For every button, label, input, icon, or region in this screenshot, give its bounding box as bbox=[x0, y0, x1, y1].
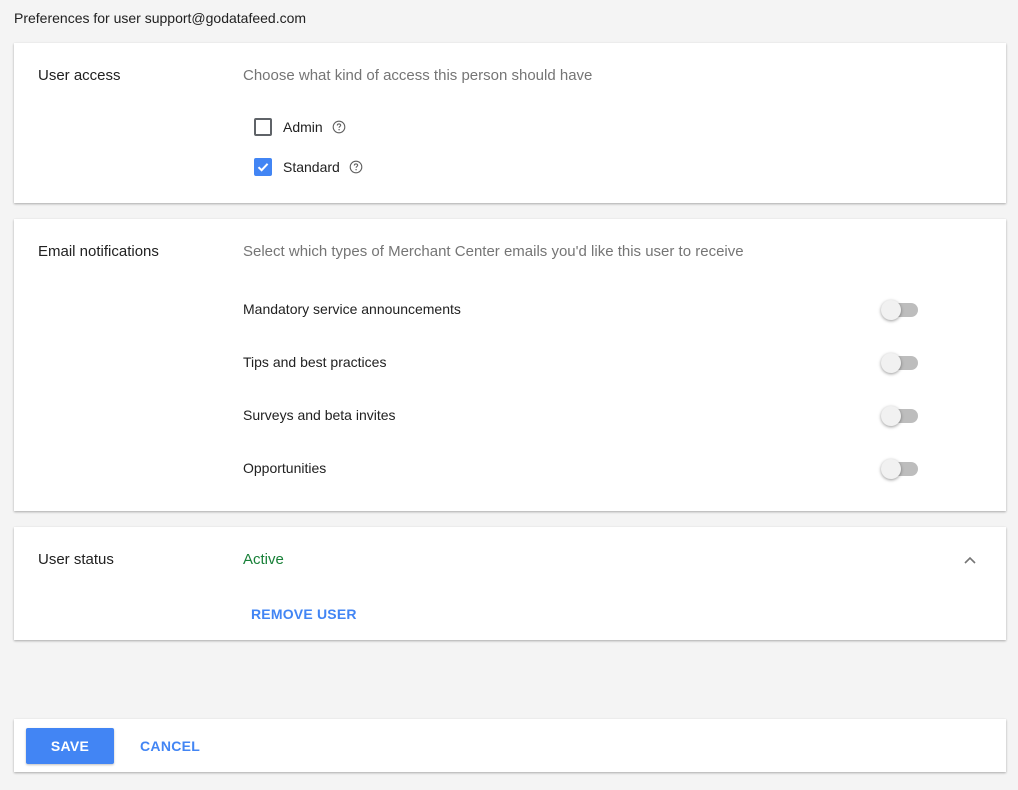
chevron-up-icon[interactable] bbox=[962, 552, 978, 568]
mandatory-announcements-toggle[interactable] bbox=[881, 298, 919, 322]
help-circle-icon[interactable] bbox=[332, 120, 346, 134]
cancel-button[interactable]: CANCEL bbox=[132, 728, 208, 764]
save-button[interactable]: SAVE bbox=[26, 728, 114, 764]
user-status-card: User status Active REMOVE USER bbox=[14, 527, 1006, 640]
tips-toggle[interactable] bbox=[881, 351, 919, 375]
notification-label: Surveys and beta invites bbox=[243, 407, 396, 423]
standard-option[interactable]: Standard bbox=[254, 157, 363, 177]
user-status-label: User status bbox=[38, 551, 114, 568]
user-access-label: User access bbox=[38, 67, 121, 84]
notification-label: Opportunities bbox=[243, 460, 327, 476]
standard-checkbox[interactable] bbox=[254, 158, 272, 176]
notification-row-surveys: Surveys and beta invites bbox=[243, 404, 923, 428]
admin-option[interactable]: Admin bbox=[254, 117, 346, 137]
notification-row-tips: Tips and best practices bbox=[243, 351, 923, 375]
page-title: Preferences for user support@godatafeed.… bbox=[14, 10, 307, 26]
status-value: Active bbox=[243, 551, 284, 568]
notification-row-opportunities: Opportunities bbox=[243, 457, 923, 481]
notification-label: Tips and best practices bbox=[243, 354, 387, 370]
admin-label: Admin bbox=[283, 119, 323, 135]
standard-label: Standard bbox=[283, 159, 340, 175]
notification-label: Mandatory service announcements bbox=[243, 301, 461, 317]
notification-row-mandatory: Mandatory service announcements bbox=[243, 298, 923, 322]
email-notifications-description: Select which types of Merchant Center em… bbox=[243, 243, 744, 260]
remove-user-button[interactable]: REMOVE USER bbox=[243, 600, 365, 628]
email-notifications-label: Email notifications bbox=[38, 243, 159, 260]
help-circle-icon[interactable] bbox=[349, 160, 363, 174]
user-access-description: Choose what kind of access this person s… bbox=[243, 67, 593, 84]
opportunities-toggle[interactable] bbox=[881, 457, 919, 481]
admin-checkbox[interactable] bbox=[254, 118, 272, 136]
surveys-toggle[interactable] bbox=[881, 404, 919, 428]
action-bar: SAVE CANCEL bbox=[14, 719, 1006, 772]
user-access-card: User access Choose what kind of access t… bbox=[14, 43, 1006, 203]
email-notifications-card: Email notifications Select which types o… bbox=[14, 219, 1006, 511]
